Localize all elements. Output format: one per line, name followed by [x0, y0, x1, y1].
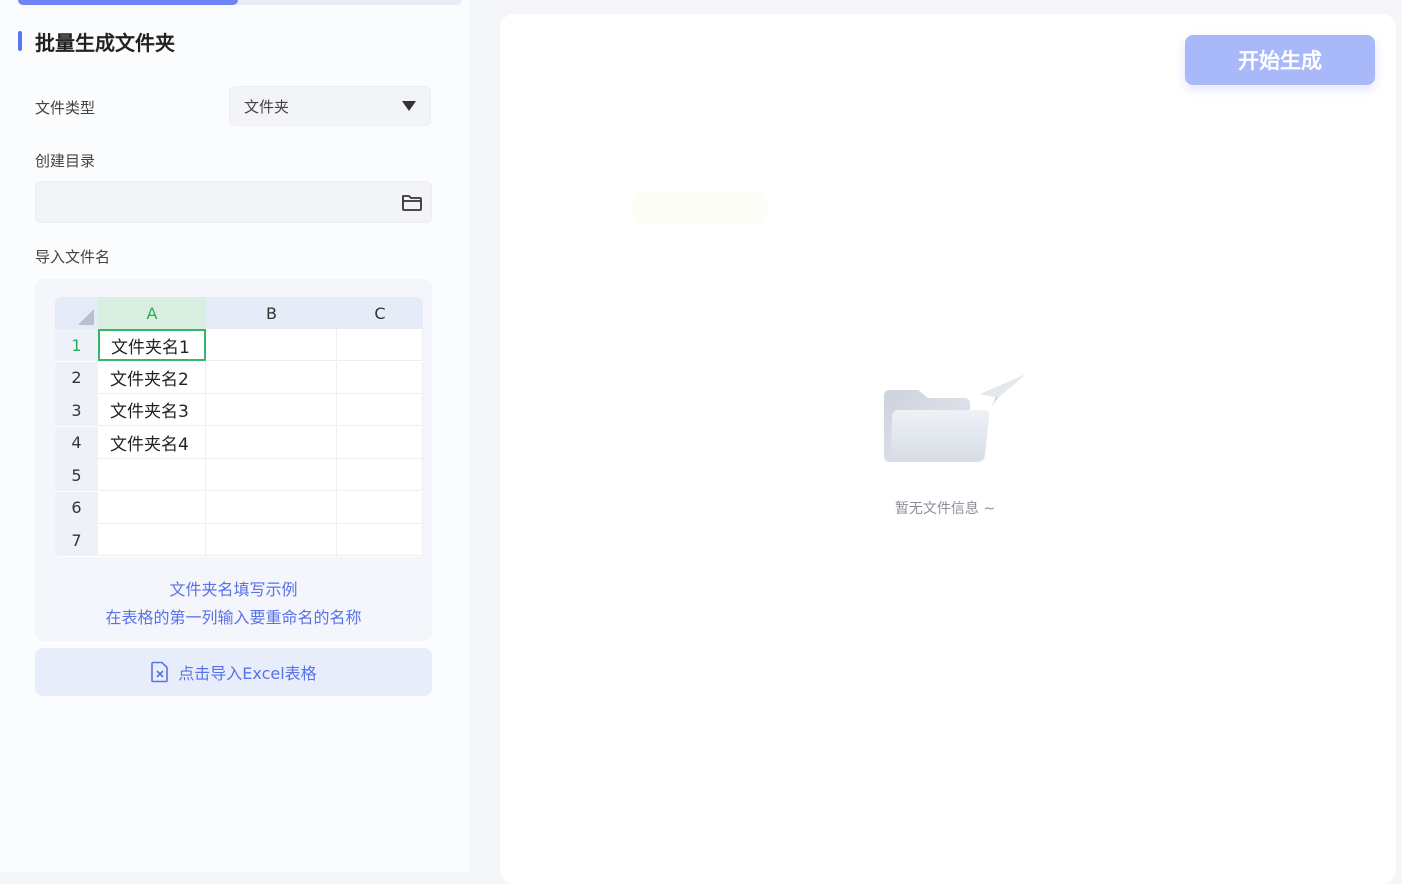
- create-dir-field[interactable]: [35, 181, 432, 223]
- table-cell: [337, 329, 423, 361]
- import-excel-label: 点击导入Excel表格: [178, 664, 317, 683]
- left-panel: 批量生成文件夹 文件类型 文件夹 创建目录 导入文件名 A B C 1 文件夹名1…: [0, 0, 470, 872]
- folder-open-icon[interactable]: [401, 192, 423, 212]
- file-type-select[interactable]: 文件夹: [229, 86, 431, 126]
- table-cell: [206, 459, 337, 491]
- row-number: 1: [55, 329, 98, 361]
- row-number: 2: [55, 361, 98, 394]
- import-label: 导入文件名: [35, 248, 111, 266]
- table-cell: [206, 329, 337, 361]
- file-type-value: 文件夹: [244, 97, 290, 116]
- table-cell: [206, 426, 337, 459]
- table-cell: [337, 394, 423, 426]
- start-generate-button[interactable]: 开始生成: [1185, 35, 1375, 85]
- import-example-box: A B C 1 文件夹名1 2 文件夹名2 3 文件夹名3 4 文件夹名4 5 6 7 文件夹名填写…: [35, 279, 432, 641]
- example-hint-text: 在表格的第一列输入要重命名的名称: [105, 608, 362, 627]
- title-accent-bar: [18, 31, 22, 51]
- excel-file-icon: [151, 661, 169, 683]
- top-tab-active[interactable]: [18, 0, 238, 5]
- page-title: 批量生成文件夹: [35, 30, 175, 55]
- row-number: 5: [55, 459, 98, 491]
- create-dir-input[interactable]: [36, 182, 400, 222]
- column-header-a: A: [98, 297, 206, 329]
- column-header-c: C: [337, 297, 423, 329]
- table-cell: [206, 394, 337, 426]
- row-number: 6: [55, 491, 98, 524]
- section-title: 批量生成文件夹: [18, 28, 175, 55]
- table-cell: 文件夹名3: [98, 394, 206, 426]
- example-spreadsheet: A B C 1 文件夹名1 2 文件夹名2 3 文件夹名3 4 文件夹名4 5 6 7: [55, 297, 423, 557]
- chevron-down-icon: [402, 101, 416, 111]
- faded-tooltip: [633, 192, 767, 224]
- table-cell: [337, 524, 423, 556]
- import-excel-button[interactable]: 点击导入Excel表格: [35, 648, 432, 696]
- row-number: 4: [55, 426, 98, 459]
- table-cell: 文件夹名1: [98, 329, 206, 361]
- example-hint-title: 文件夹名填写示例: [169, 580, 298, 599]
- file-type-label: 文件类型: [35, 99, 96, 117]
- table-cell: [337, 426, 423, 459]
- create-dir-label: 创建目录: [35, 152, 96, 170]
- empty-folder-illustration: [878, 370, 1028, 474]
- empty-state-text: 暂无文件信息 ~: [894, 501, 996, 517]
- table-cell: 文件夹名4: [98, 426, 206, 459]
- table-cell: [337, 459, 423, 491]
- table-cell: [98, 459, 206, 491]
- table-cell: [98, 491, 206, 524]
- sheet-corner: [55, 297, 98, 329]
- row-number: 7: [55, 524, 98, 556]
- table-cell: 文件夹名2: [98, 361, 206, 394]
- table-cell: [98, 524, 206, 556]
- result-panel: 开始生成 暂无文件信息 ~: [500, 14, 1396, 884]
- table-cell: [206, 361, 337, 394]
- row-number: 3: [55, 394, 98, 426]
- table-cell: [337, 491, 423, 524]
- table-cell: [206, 491, 337, 524]
- table-cell: [337, 361, 423, 394]
- column-header-b: B: [206, 297, 337, 329]
- table-cell: [206, 524, 337, 556]
